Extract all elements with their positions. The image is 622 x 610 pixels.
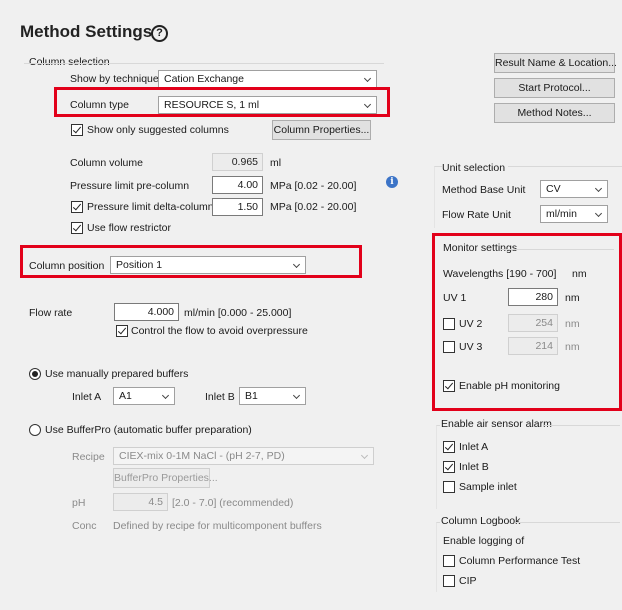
info-icon[interactable]: i bbox=[386, 176, 398, 188]
recipe-value: CIEX-mix 0-1M NaCl - (pH 2-7, PD) bbox=[119, 450, 285, 462]
inlet-a-dropdown[interactable]: A1 bbox=[113, 387, 175, 405]
inlet-b-dropdown[interactable]: B1 bbox=[239, 387, 306, 405]
pressure-delta-checkbox[interactable] bbox=[71, 201, 83, 213]
column-type-highlight bbox=[54, 87, 390, 117]
manual-buffers-radio[interactable] bbox=[29, 368, 41, 380]
air-inlet-a-label: Inlet A bbox=[459, 441, 489, 453]
air-sensor-group bbox=[436, 425, 440, 509]
conc-text: Defined by recipe for multicomponent buf… bbox=[113, 520, 322, 532]
page-title: Method Settings bbox=[20, 22, 153, 41]
monitor-settings-highlight bbox=[432, 233, 622, 411]
pressure-pre-input[interactable]: 4.00 bbox=[212, 176, 263, 194]
base-unit-dropdown[interactable]: CV bbox=[540, 180, 608, 198]
column-volume-label: Column volume bbox=[70, 157, 143, 169]
bufferpro-label: Use BufferPro (automatic buffer preparat… bbox=[45, 424, 252, 436]
chevron-down-icon bbox=[292, 391, 301, 400]
flow-rate-unit-value: ml/min bbox=[546, 208, 577, 220]
column-position-highlight bbox=[20, 245, 362, 278]
chevron-down-icon bbox=[161, 391, 170, 400]
only-suggested-label: Show only suggested columns bbox=[87, 124, 229, 136]
sample-inlet-checkbox[interactable] bbox=[443, 481, 455, 493]
chevron-down-icon bbox=[594, 184, 603, 193]
inlet-a-label: Inlet A bbox=[72, 391, 102, 403]
only-suggested-checkbox[interactable] bbox=[71, 124, 83, 136]
column-properties-button[interactable]: Column Properties... bbox=[272, 120, 371, 140]
method-notes-button[interactable]: Method Notes... bbox=[494, 103, 615, 123]
manual-buffers-label: Use manually prepared buffers bbox=[45, 368, 189, 380]
inlet-a-value: A1 bbox=[119, 390, 132, 402]
air-inlet-a-checkbox[interactable] bbox=[443, 441, 455, 453]
help-icon[interactable]: ? bbox=[151, 25, 168, 42]
chevron-down-icon bbox=[363, 74, 372, 83]
start-protocol-button[interactable]: Start Protocol... bbox=[494, 78, 615, 98]
ph-input: 4.5 bbox=[113, 493, 168, 511]
ph-label: pH bbox=[72, 497, 86, 509]
cpt-checkbox[interactable] bbox=[443, 555, 455, 567]
cpt-label: Column Performance Test bbox=[459, 555, 581, 567]
pressure-delta-label: Pressure limit delta-column bbox=[87, 201, 214, 213]
pressure-delta-input[interactable]: 1.50 bbox=[212, 198, 263, 216]
air-sensor-heading: Enable air sensor alarm bbox=[441, 418, 552, 430]
control-flow-checkbox[interactable] bbox=[116, 325, 128, 337]
pressure-pre-label: Pressure limit pre-column bbox=[70, 180, 190, 192]
ph-range: [2.0 - 7.0] (recommended) bbox=[172, 497, 294, 509]
recipe-label: Recipe bbox=[72, 451, 105, 463]
base-unit-label: Method Base Unit bbox=[442, 184, 526, 196]
flow-restrictor-label: Use flow restrictor bbox=[87, 222, 172, 234]
flow-rate-input[interactable]: 4.000 bbox=[114, 303, 179, 321]
enable-logging-label: Enable logging of bbox=[443, 535, 525, 547]
cip-checkbox[interactable] bbox=[443, 575, 455, 587]
conc-label: Conc bbox=[72, 520, 97, 532]
control-flow-label: Control the flow to avoid overpressure bbox=[131, 325, 308, 337]
logbook-heading: Column Logbook bbox=[441, 515, 521, 527]
chevron-down-icon bbox=[360, 451, 369, 460]
column-selection-heading: Column selection bbox=[29, 56, 110, 68]
inlet-b-value: B1 bbox=[245, 390, 258, 402]
pressure-delta-unit: MPa [0.02 - 20.00] bbox=[270, 201, 357, 213]
flow-restrictor-checkbox[interactable] bbox=[71, 222, 83, 234]
column-selection-divider bbox=[24, 63, 384, 64]
recipe-dropdown: CIEX-mix 0-1M NaCl - (pH 2-7, PD) bbox=[113, 447, 374, 465]
flow-rate-unit-dropdown[interactable]: ml/min bbox=[540, 205, 608, 223]
column-volume-unit: ml bbox=[270, 157, 282, 169]
logbook-divider bbox=[516, 522, 620, 523]
air-sensor-divider bbox=[544, 425, 620, 426]
bufferpro-radio[interactable] bbox=[29, 424, 41, 436]
base-unit-value: CV bbox=[546, 183, 561, 195]
chevron-down-icon bbox=[594, 209, 603, 218]
show-by-technique-label: Show by technique bbox=[70, 73, 159, 85]
technique-dropdown[interactable]: Cation Exchange bbox=[158, 70, 377, 88]
bufferpro-properties-button: BufferPro Properties... bbox=[113, 468, 218, 488]
logbook-group bbox=[436, 522, 440, 592]
air-inlet-b-checkbox[interactable] bbox=[443, 461, 455, 473]
flow-rate-label: Flow rate bbox=[29, 307, 73, 319]
air-inlet-b-label: Inlet B bbox=[459, 461, 489, 473]
sample-inlet-label: Sample inlet bbox=[459, 481, 517, 493]
pressure-pre-unit: MPa [0.02 - 20.00] bbox=[270, 180, 357, 192]
flow-rate-unit: ml/min [0.000 - 25.000] bbox=[184, 307, 292, 319]
result-name-button[interactable]: Result Name & Location... bbox=[494, 53, 617, 73]
flow-rate-unit-label: Flow Rate Unit bbox=[442, 209, 511, 221]
technique-value: Cation Exchange bbox=[164, 73, 244, 85]
column-volume-field: 0.965 bbox=[212, 153, 263, 171]
unit-selection-heading: Unit selection bbox=[442, 162, 509, 174]
inlet-b-label: Inlet B bbox=[205, 391, 235, 403]
cip-label: CIP bbox=[459, 575, 477, 587]
